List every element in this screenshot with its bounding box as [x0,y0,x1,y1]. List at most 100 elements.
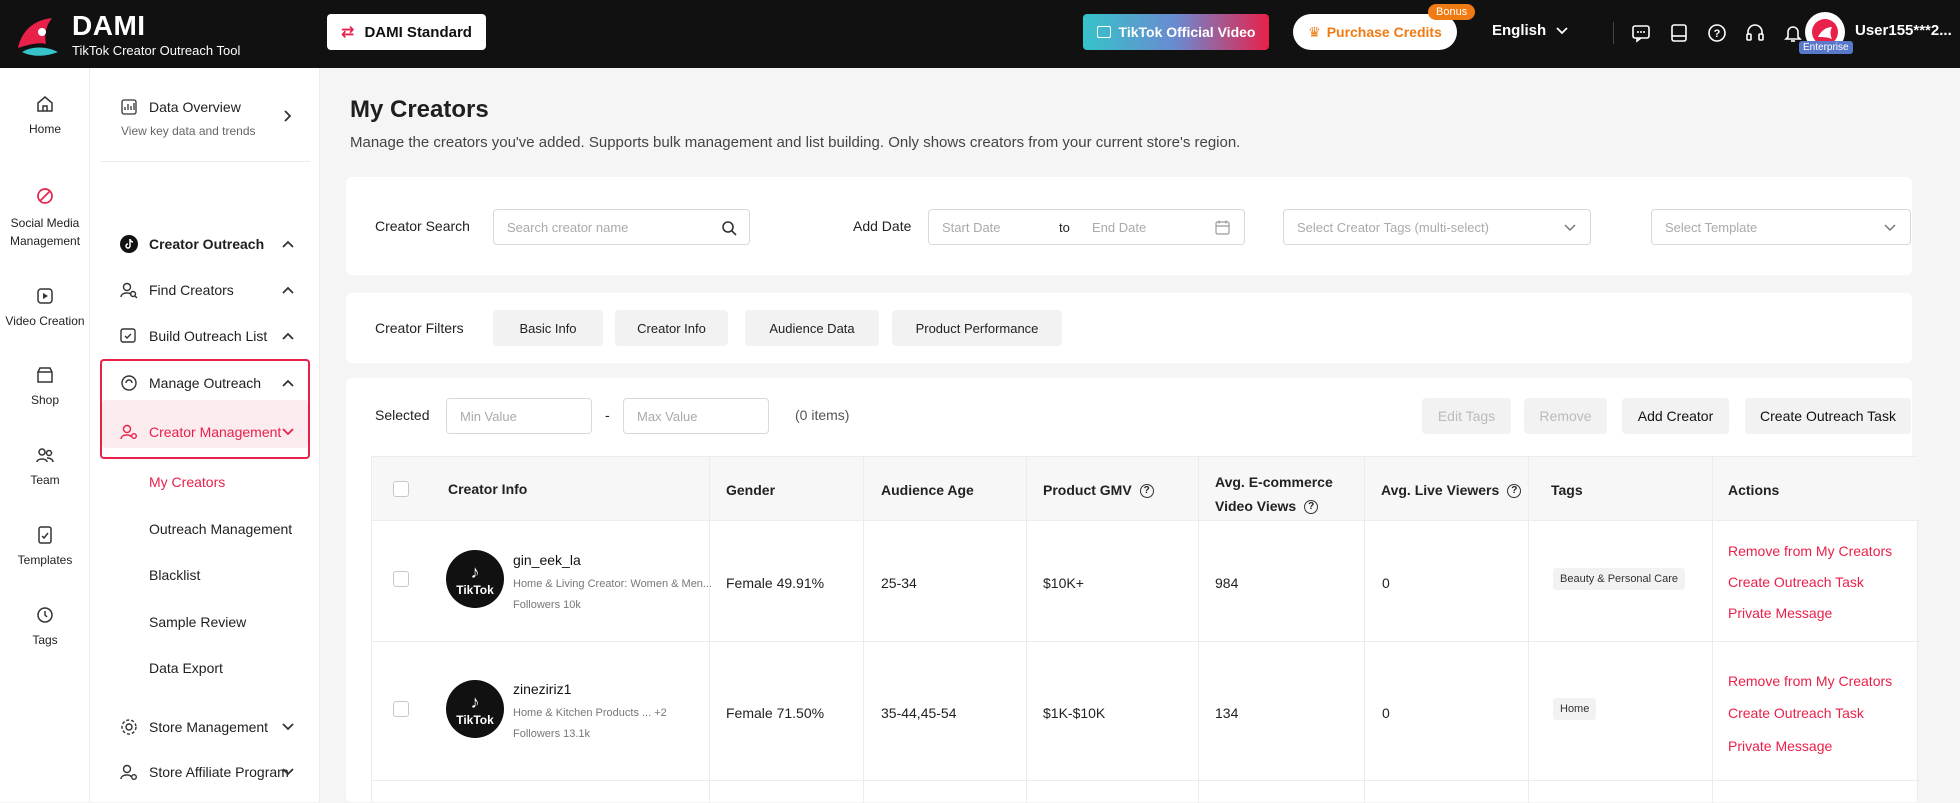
calendar-icon [1215,220,1230,235]
views-value: 134 [1215,705,1239,721]
header-avg-live-viewers: Avg. Live Viewers? [1381,482,1522,499]
gmv-value: $10K+ [1043,575,1084,591]
divider [1712,457,1713,803]
creator-search-placeholder: Search creator name [507,219,629,235]
creator-name[interactable]: gin_eek_la [513,552,581,568]
nav-templates-label: Templates [17,553,73,567]
language-selector[interactable]: English [1492,22,1568,39]
selected-label: Selected [375,407,430,423]
creator-name[interactable]: zineziriz1 [513,681,571,697]
chevron-down-icon [1564,224,1576,232]
row-checkbox[interactable] [393,571,409,587]
tags-placeholder: Select Creator Tags (multi-select) [1297,219,1489,235]
help-icon[interactable]: ? [1507,484,1522,499]
avatar-text: TikTok [456,582,494,597]
private-message-link[interactable]: Private Message [1728,738,1832,754]
creator-tags-select[interactable]: Select Creator Tags (multi-select) [1283,209,1591,245]
nav-social-media[interactable]: Social Media Management [0,186,90,250]
create-outreach-task-link[interactable]: Create Outreach Task [1728,574,1864,590]
start-date-placeholder: Start Date [942,219,1001,235]
edit-tags-button[interactable]: Edit Tags [1422,398,1511,434]
select-all-checkbox[interactable] [393,481,409,497]
create-outreach-task-button[interactable]: Create Outreach Task [1745,398,1911,434]
dami-logo[interactable] [12,8,68,60]
user-gear-icon [120,423,138,441]
brand-subtitle: TikTok Creator Outreach Tool [72,43,241,58]
help-icon[interactable]: ? [1702,18,1732,48]
bonus-badge: Bonus [1428,4,1476,20]
tiktok-official-video-button[interactable]: TikTok Official Video [1083,14,1269,50]
nav-tags[interactable]: Tags [0,605,90,647]
age-value: 25-34 [881,575,917,591]
header-tags: Tags [1551,482,1583,498]
gmv-value: $1K-$10K [1043,705,1106,721]
tiktok-icon: ♪ [470,561,480,582]
search-icon[interactable] [721,220,737,236]
sample-review-label: Sample Review [149,614,247,630]
chevron-right-icon [284,110,292,122]
nav-video-creation[interactable]: Video Creation [0,286,90,328]
help-icon[interactable]: ? [1304,500,1319,515]
add-creator-button[interactable]: Add Creator [1622,398,1729,434]
nav-tags-label: Tags [32,633,58,647]
creators-table: Creator Info Gender Audience Age Product… [371,456,1919,803]
views-value: 984 [1215,575,1239,591]
row-checkbox[interactable] [393,701,409,717]
filter-chip-creator-info[interactable]: Creator Info [615,310,728,346]
divider [1613,22,1614,44]
creator-category: Home & Kitchen Products ... +2 [513,707,667,719]
help-icon[interactable]: ? [1139,484,1154,499]
live-viewers-value: 0 [1382,705,1390,721]
filter-chip-audience-data[interactable]: Audience Data [745,310,879,346]
tags-icon [37,607,53,623]
nav-shop[interactable]: Shop [0,365,90,407]
creator-search-input[interactable]: Search creator name [493,209,750,245]
gear-icon [120,718,138,736]
creator-avatar[interactable]: ♪ TikTok [446,550,504,608]
creator-search-label: Creator Search [375,218,470,234]
find-creators-label: Find Creators [149,282,234,298]
outreach-management-label: Outreach Management [149,521,293,537]
filter-chip-basic-info[interactable]: Basic Info [493,310,603,346]
create-outreach-task-link[interactable]: Create Outreach Task [1728,705,1864,721]
private-message-link[interactable]: Private Message [1728,605,1832,621]
remove-from-my-creators-link[interactable]: Remove from My Creators [1728,543,1892,559]
page-title: My Creators [350,96,489,123]
template-select[interactable]: Select Template [1651,209,1911,245]
team-icon [36,448,54,463]
remove-from-my-creators-link[interactable]: Remove from My Creators [1728,673,1892,689]
creator-avatar[interactable]: ♪ TikTok [446,680,504,738]
header-product-gmv-label: Product GMV [1043,482,1132,498]
date-range-picker[interactable]: Start Date to End Date [928,209,1245,245]
message-icon[interactable] [1626,18,1656,48]
plan-button[interactable]: ⇄ DAMI Standard [327,14,486,50]
data-export-label: Data Export [149,660,223,676]
add-date-label: Add Date [853,218,912,234]
headset-icon[interactable] [1740,18,1770,48]
store-affiliate-label: Store Affiliate Program [149,764,289,780]
username[interactable]: User155***2... [1855,22,1952,39]
remove-button[interactable]: Remove [1524,398,1607,434]
language-label: English [1492,22,1547,39]
nav-templates[interactable]: Templates [0,525,90,567]
range-dash: - [605,407,610,423]
top-bar: DAMI TikTok Creator Outreach Tool ⇄ DAMI… [0,0,1960,68]
nav-video-label: Video Creation [5,314,85,328]
nav-team[interactable]: Team [0,445,90,487]
divider [1026,457,1027,803]
min-value-input[interactable]: Min Value [446,398,592,434]
max-value-input[interactable]: Max Value [623,398,769,434]
affiliate-icon [120,763,138,781]
divider [1198,457,1199,803]
home-icon [37,96,53,112]
list-check-icon [120,327,138,345]
nav-home[interactable]: Home [0,94,90,136]
divider [372,641,1919,642]
filter-chip-product-performance[interactable]: Product Performance [892,310,1062,346]
store-management-label: Store Management [149,719,269,735]
document-icon[interactable] [1664,18,1694,48]
tiktok-video-label: TikTok Official Video [1118,24,1256,40]
page-description: Manage the creators you've added. Suppor… [350,134,1241,151]
nav-shop-label: Shop [30,393,60,407]
tv-icon [1096,26,1111,38]
